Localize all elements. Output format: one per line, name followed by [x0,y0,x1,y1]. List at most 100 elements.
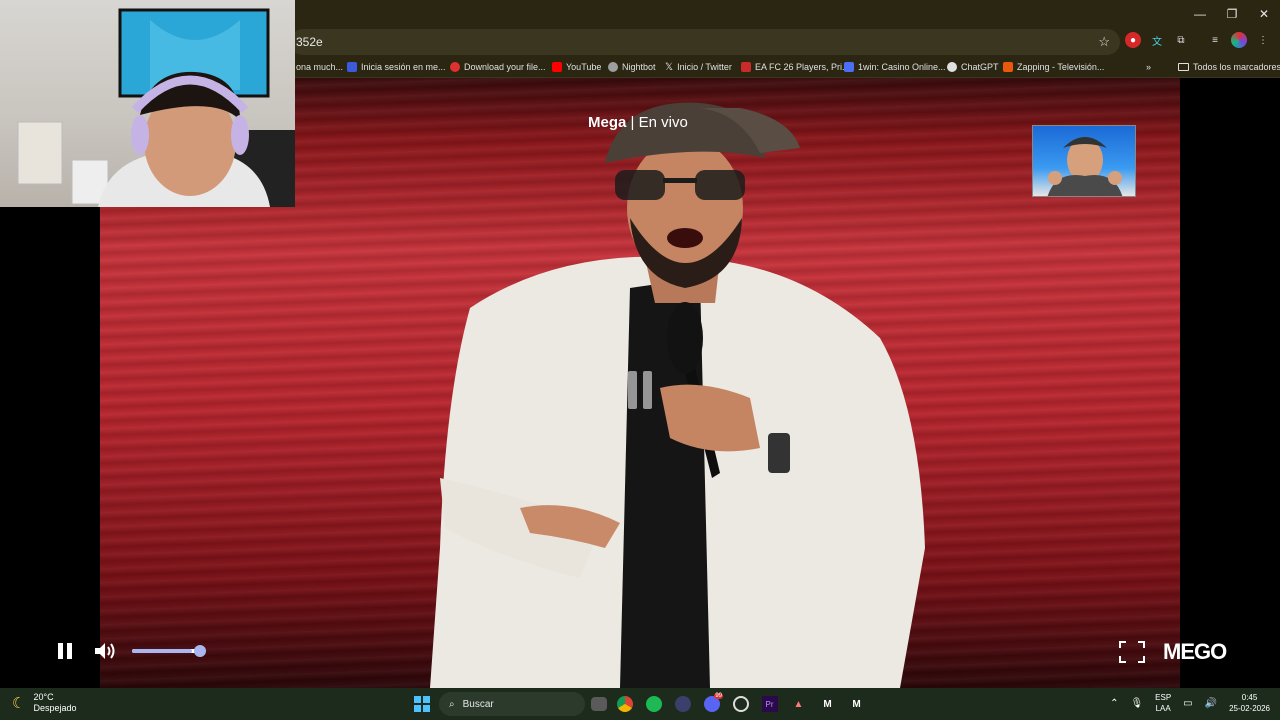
volume-slider-fill [132,649,192,653]
bookmark-label: Zapping - Televisión... [1017,62,1105,72]
microphone-icon[interactable]: 🎙 [1130,698,1143,709]
bookmark-item[interactable]: ChatGPT [947,56,999,78]
title-separator: | [630,114,635,131]
app-m-icon[interactable]: M [845,693,868,716]
discord-icon[interactable]: 99 [700,692,723,716]
weather-text: 20°C Despejado [33,692,76,714]
weather-widget[interactable]: ☾ 20°C Despejado [12,692,76,714]
chrome-icon[interactable] [613,693,636,716]
app-triangle-icon[interactable]: ▲ [787,693,810,716]
address-bar[interactable]: 352e ☆ [290,29,1120,55]
folder-icon [1178,63,1189,71]
bookmark-label: ChatGPT [961,62,999,72]
url-text: 352e [296,35,323,49]
bookmark-item[interactable]: EA FC 26 Players, Pri... [741,56,850,78]
app-m-icon[interactable]: M [816,693,839,716]
moon-icon: ☾ [12,695,26,712]
bookmark-star-icon[interactable]: ☆ [1098,29,1110,55]
bookmark-item[interactable]: Download your file... [450,56,546,78]
volume-slider-handle[interactable] [194,645,206,657]
channel-title: Mega | En vivo [588,114,688,131]
speaker-icon[interactable]: 🔊 [1205,698,1217,709]
youtube-icon [552,62,562,72]
extensions-area: ● 文 ⧉ ≡ ⋮ [1125,32,1271,48]
mego-logo: MEGO [1163,639,1227,664]
pause-bar [643,371,652,409]
chevron-right-icon: » [1146,62,1152,72]
weather-desc: Despejado [33,703,77,713]
taskbar-apps: ⌕ Buscar 99 Pr ▲ M M [410,692,868,716]
app-icon[interactable] [671,693,694,716]
bookmark-icon [347,62,357,72]
channel-name: Mega [588,114,627,131]
bookmarks-overflow-button[interactable]: » [1146,56,1151,78]
close-button[interactable]: ✕ [1248,0,1280,28]
bookmark-label: Download your file... [464,62,546,72]
bookmark-label: Inicio / Twitter [677,62,732,72]
chevron-up-icon[interactable]: ⌃ [1110,698,1118,709]
volume-icon[interactable] [93,641,117,661]
pause-button[interactable] [58,641,76,661]
bookmark-item[interactable]: Inicia sesión en me... [347,56,446,78]
weather-temp: 20°C [33,692,54,702]
bookmark-label: YouTube [566,62,602,72]
bookmark-item[interactable]: YouTube [552,56,601,78]
bookmark-item[interactable]: 1win: Casino Online... [844,56,946,78]
clock-time: 0:45 [1241,693,1258,702]
media-control-icon[interactable]: ≡ [1207,32,1223,48]
streamer-webcam-overlay [0,0,295,207]
keyboard-layout: LAA [1155,704,1171,713]
bookmark-icon [1003,62,1013,72]
restore-button[interactable]: ❐ [1216,0,1248,28]
fullscreen-icon[interactable] [1119,641,1145,663]
all-bookmarks-button[interactable]: Todos los marcadores [1178,56,1280,78]
all-bookmarks-label: Todos los marcadores [1193,62,1280,72]
extension-red-icon[interactable]: ● [1125,32,1141,48]
live-status: En vivo [638,114,688,131]
language-indicator[interactable]: ESP LAA [1155,692,1171,714]
spotify-icon[interactable] [642,693,665,716]
minimize-button[interactable]: — [1184,0,1216,28]
notification-badge: 99 [714,692,723,699]
bookmark-icon [450,62,460,72]
bookmark-item[interactable]: ona much... [296,56,343,78]
clock-date: 25-02-2026 [1229,704,1270,713]
search-placeholder: Buscar [462,698,494,710]
bookmark-item[interactable]: Nightbot [608,56,656,78]
center-pause-icon[interactable] [625,371,655,409]
x-icon: 𝕏 [665,61,674,73]
bookmark-label: Inicia sesión en me... [361,62,446,72]
browser-menu-icon[interactable]: ⋮ [1255,32,1271,48]
bookmark-icon [844,62,854,72]
puzzle-extensions-icon[interactable]: ⧉ [1173,32,1189,48]
pause-bar [628,371,637,409]
bookmark-item[interactable]: Zapping - Televisión... [1003,56,1104,78]
volume-slider[interactable] [132,649,200,653]
window-controls: — ❐ ✕ [1184,0,1280,28]
bookmark-item[interactable]: 𝕏 Inicio / Twitter [665,56,732,78]
pause-bar [58,643,63,659]
system-tray: ⌃ 🎙 ESP LAA ▭ 🔊 0:45 25-02-2026 [1110,692,1270,714]
language-code: ESP [1155,693,1172,702]
chatgpt-icon [947,62,957,72]
windows-taskbar: ☾ 20°C Despejado ⌕ Buscar 99 Pr ▲ M M ⌃ … [0,688,1280,720]
webcam-image [17,8,295,207]
bookmark-label: EA FC 26 Players, Pri... [755,62,850,72]
taskbar-search[interactable]: ⌕ Buscar [439,692,585,716]
pause-bar [67,643,72,659]
guest-webcam-thumbnail [1032,125,1136,197]
premiere-icon[interactable]: Pr [758,693,781,716]
nightbot-icon [608,62,618,72]
bookmark-label: 1win: Casino Online... [858,62,946,72]
clock[interactable]: 0:45 25-02-2026 [1229,692,1270,714]
bookmark-label: ona much... [296,62,344,72]
translate-extension-icon[interactable]: 文 [1149,32,1165,48]
profile-avatar-icon[interactable] [1231,32,1247,48]
file-explorer-icon[interactable] [591,697,607,711]
windows-start-icon[interactable] [410,693,433,716]
bookmark-icon [741,62,751,72]
network-icon[interactable]: ▭ [1183,698,1192,709]
guest-image [1047,137,1123,196]
obs-icon[interactable] [729,693,752,716]
bookmark-label: Nightbot [622,62,656,72]
